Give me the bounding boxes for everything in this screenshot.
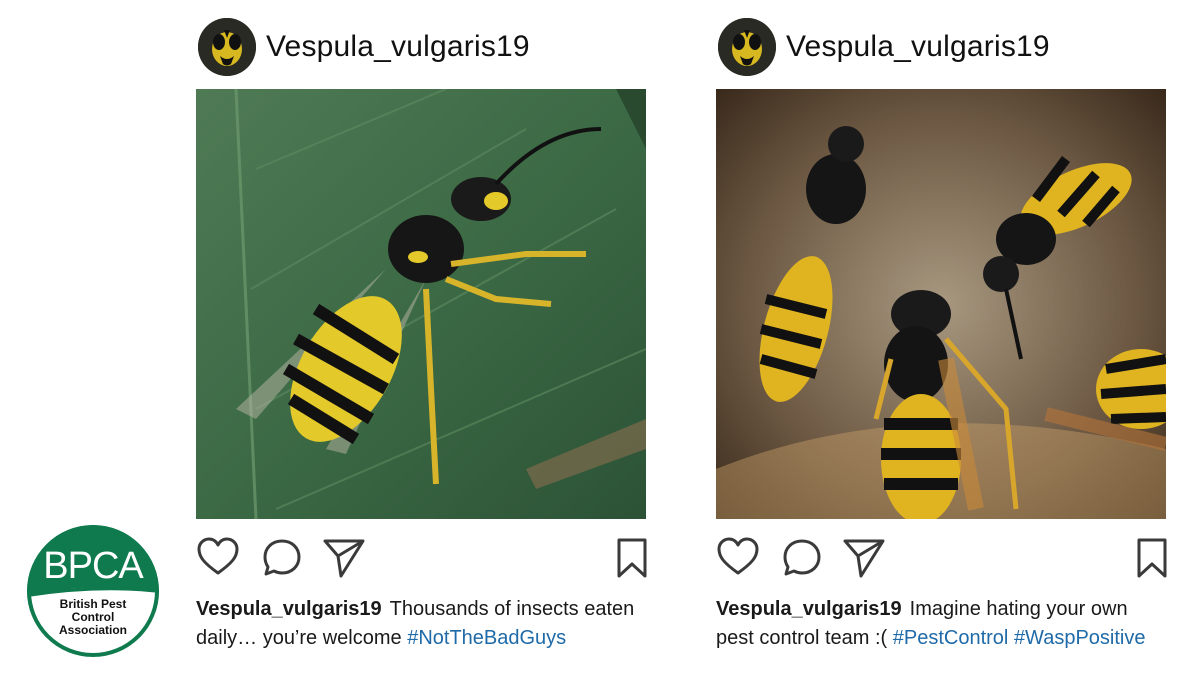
bookmark-icon xyxy=(1137,538,1167,578)
comment-button[interactable] xyxy=(260,536,304,580)
avatar[interactable] xyxy=(718,18,776,76)
comment-icon xyxy=(783,539,821,576)
avatar[interactable] xyxy=(198,18,256,76)
caption-username[interactable]: Vespula_vulgaris19 xyxy=(196,598,382,620)
hashtag-link[interactable]: #WaspPositive xyxy=(1014,627,1146,649)
hashtag-link[interactable]: #PestControl xyxy=(893,627,1009,649)
comment-button[interactable] xyxy=(780,536,824,580)
post-header: Vespula_vulgaris19 xyxy=(716,18,1166,76)
like-button[interactable] xyxy=(196,536,240,580)
post-actions xyxy=(716,536,1167,580)
logo-subtitle: British Pest Control Association xyxy=(58,597,127,637)
heart-icon xyxy=(717,537,759,575)
bpca-logo: BPCA British Pest Control Association xyxy=(27,525,159,657)
post-caption: Vespula_vulgaris19 Thousands of insects e… xyxy=(196,595,646,653)
post-photo[interactable] xyxy=(196,89,646,519)
post-header: Vespula_vulgaris19 xyxy=(196,18,646,76)
bookmark-button[interactable] xyxy=(610,536,654,580)
bookmark-icon xyxy=(617,538,647,578)
comment-icon xyxy=(263,539,301,576)
post-photo[interactable] xyxy=(716,89,1166,519)
bookmark-button[interactable] xyxy=(1130,536,1174,580)
post-caption: Vespula_vulgaris19 Imagine hating your ow… xyxy=(716,595,1166,653)
caption-username[interactable]: Vespula_vulgaris19 xyxy=(716,598,902,620)
post-username[interactable]: Vespula_vulgaris19 xyxy=(266,29,530,65)
like-button[interactable] xyxy=(716,536,760,580)
post-card: Vespula_vulgaris19 xyxy=(196,0,647,675)
post-card: Vespula_vulgaris19 xyxy=(716,0,1167,675)
heart-icon xyxy=(197,537,239,575)
logo-title: BPCA xyxy=(43,545,143,587)
post-username[interactable]: Vespula_vulgaris19 xyxy=(786,29,1050,65)
share-icon xyxy=(843,539,885,578)
hashtag-link[interactable]: #NotTheBadGuys xyxy=(407,627,566,649)
share-button[interactable] xyxy=(322,536,366,580)
share-button[interactable] xyxy=(842,536,886,580)
post-actions xyxy=(196,536,647,580)
share-icon xyxy=(323,539,365,578)
